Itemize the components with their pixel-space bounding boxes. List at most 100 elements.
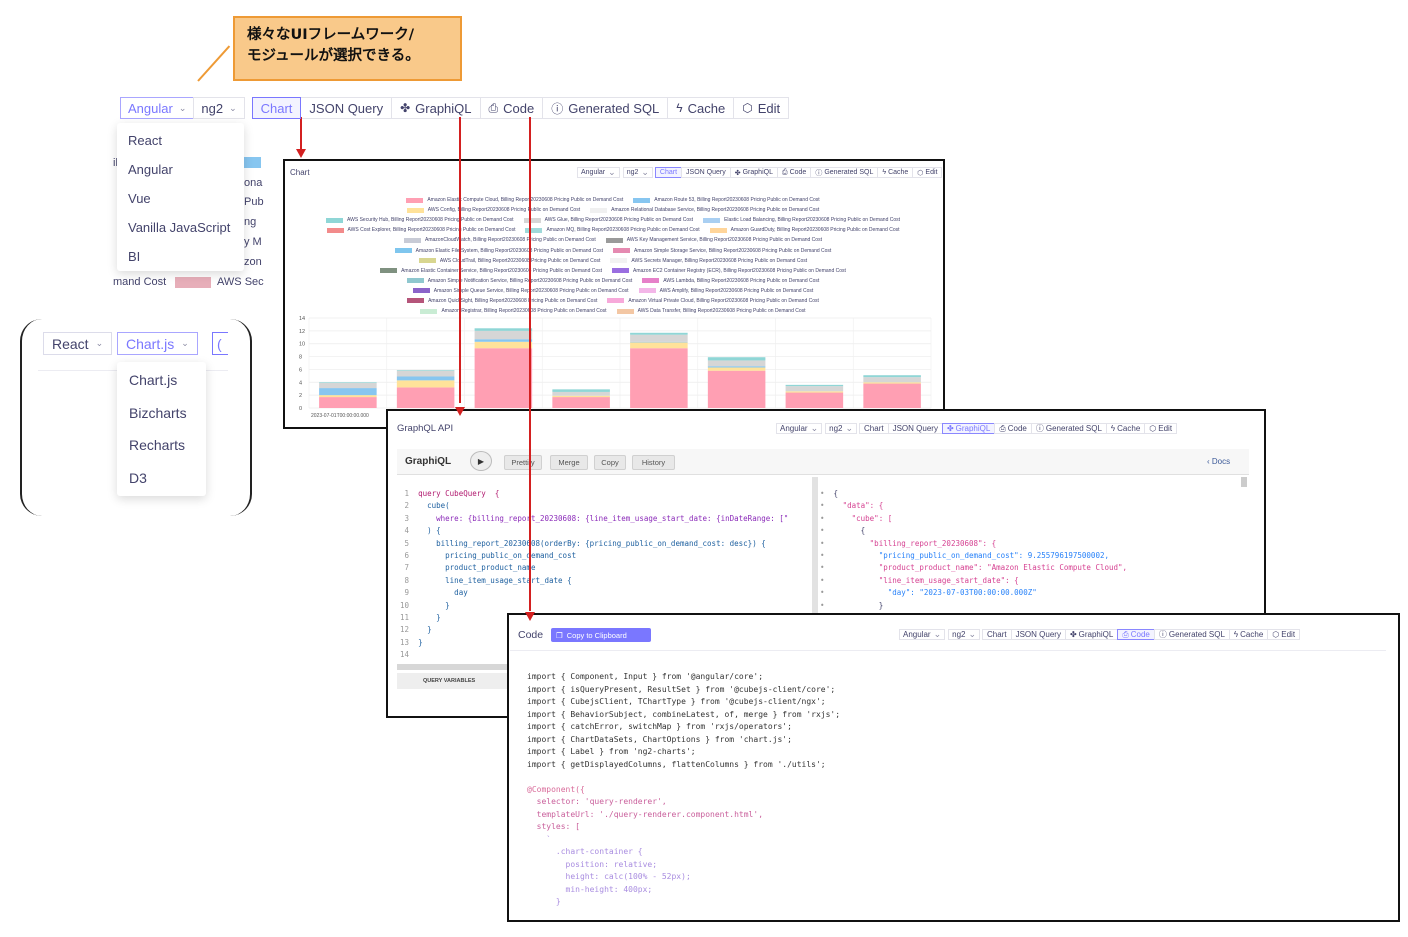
tab-graphiql[interactable]: ✤ GraphiQL [941,423,996,434]
legend-item[interactable]: AWS Lambda, Billing Report20230608 Prici… [642,278,819,284]
tab-edit[interactable]: ⬡ Edit [1144,423,1178,434]
framework-option-bi[interactable]: BI [117,244,244,273]
legend-item[interactable]: Amazon Elastic File System, Billing Repo… [394,248,603,254]
legend-item[interactable]: AWS Key Management Service, Billing Repo… [605,237,822,243]
legend-item[interactable]: AWS Config, Billing Report20230608 Prici… [406,207,580,213]
tab-chart[interactable]: Chart [859,423,889,434]
bar-segment [552,397,610,408]
legend-item[interactable]: AmazonCloudWatch, Billing Report20230608… [404,237,596,243]
tab-code[interactable]: ⎙ Code [1117,629,1155,640]
legend-item[interactable]: Amazon QuickSight, Billing Report2023060… [407,298,597,304]
legend-item[interactable]: Amazon Relational Database Service, Bill… [590,207,819,213]
tab-cache[interactable]: ϟ Cache [877,167,914,178]
library-option-bizcharts[interactable]: Bizcharts [117,399,206,432]
tab-cache[interactable]: ϟ Cache [1228,629,1269,640]
library-option-chartjs[interactable]: Chart.js [117,366,206,399]
legend-label: AWS CloudTrail, Billing Report20230608 P… [439,257,601,264]
tab-chart[interactable]: Chart [982,629,1012,640]
legend-item[interactable]: Amazon Route 53, Billing Report20230608 … [633,197,820,203]
history-button[interactable]: History [632,455,675,470]
copy-to-clipboard-button[interactable]: ❐ Copy to Clipboard [551,628,651,642]
fold-marker: • [820,501,834,511]
legend-item[interactable]: AWS Security Hub, Billing Report20230608… [325,217,514,223]
bar-segment [552,391,610,396]
tab-chart[interactable]: Chart [654,167,683,178]
library-select[interactable]: ng2 ⌄ [622,167,653,178]
tab-edit[interactable]: ⬡ Edit [733,97,790,119]
tab-code[interactable]: ⎙ Code [776,167,812,178]
copy-button[interactable]: Copy [594,455,626,470]
tab-chart[interactable]: Chart [251,97,302,119]
line-number: 11 [400,613,419,623]
prettify-button[interactable]: Prettify [504,455,542,470]
docs-link-label: Docs [1211,457,1231,466]
code-line: 7 product_product_name [400,562,788,574]
library-select[interactable]: ng2 ⌄ [193,97,245,119]
code-line: 6 pricing_public_on_demand_cost [400,550,788,562]
tab-json-query[interactable]: JSON Query [1010,629,1066,640]
legend-label: Amazon Simple Queue Service, Billing Rep… [433,287,629,294]
framework-option-angular[interactable]: Angular [117,157,244,186]
code-text: { [833,526,866,536]
library-select[interactable]: ng2 ⌄ [825,423,858,434]
legend-item[interactable]: Amazon EC2 Container Registry (ECR), Bil… [612,268,846,274]
library-option-d3[interactable]: D3 [117,464,206,497]
framework-select[interactable]: Angular ⌄ [577,167,620,178]
merge-button[interactable]: Merge [550,455,588,470]
legend-item[interactable]: Amazon Simple Storage Service, Billing R… [612,248,831,254]
horizontal-scrollbar[interactable] [397,664,510,670]
framework-option-vue[interactable]: Vue [117,186,244,215]
tab-graphiql[interactable]: ✤ GraphiQL [729,167,778,178]
legend-label: Amazon GuardDuty, Billing Report20230608… [730,227,900,234]
legend-item[interactable]: Amazon GuardDuty, Billing Report20230608… [709,227,900,234]
tab-cache[interactable]: ϟ Cache [667,97,735,119]
framework-option-react[interactable]: React [117,128,244,157]
legend-item[interactable]: AWS Secrets Manager, Billing Report20230… [610,258,807,264]
tab-code[interactable]: ⎙ Code [479,97,544,119]
legend-item[interactable]: Amazon MQ, Billing Report20230608 Pricin… [525,227,700,233]
toolbar-tabs: Chart JSON Query ✤ GraphiQL ⎙ Code ⓘ Generated … [251,97,790,119]
legend-item[interactable]: Amazon Elastic Container Service, Billin… [380,268,602,274]
docs-link[interactable]: ‹ Docs [1207,457,1230,466]
tab-generated-sql[interactable]: ⓘ Generated SQL [542,97,669,119]
legend-item[interactable]: AWS Glue, Billing Report20230608 Pricing… [523,217,693,223]
tab-generated-sql[interactable]: ⓘ Generated SQL [1030,423,1107,434]
top-toolbar: Angular ⌄ ng2 ⌄ Chart JSON Query ✤ GraphiQL… [120,97,790,119]
framework-select[interactable]: Angular ⌄ [899,629,946,640]
chartjs-select[interactable]: Chart.js ⌄ [117,332,198,355]
tab-json-query[interactable]: JSON Query [681,167,731,178]
tab-code[interactable]: ⎙ Code [994,423,1032,434]
tab-generated-sql[interactable]: ⓘ Generated SQL [1153,629,1230,640]
chart-tab-partial[interactable]: ( [212,332,228,355]
legend-item[interactable]: Amazon Elastic Compute Cloud, Billing Re… [406,197,623,203]
framework-option-vanilla-js[interactable]: Vanilla JavaScript [117,215,244,244]
library-option-recharts[interactable]: Recharts [117,431,206,464]
legend-swatch [709,227,727,233]
scrollbar-thumb[interactable] [1241,477,1247,487]
tab-cache[interactable]: ϟ Cache [1105,423,1146,434]
legend-item[interactable]: AWS Cost Explorer, Billing Report2023060… [326,227,515,233]
legend-item[interactable]: AWS Amplify, Billing Report20230608 Pric… [638,288,813,294]
react-select[interactable]: React ⌄ [43,332,113,355]
bar-segment [319,397,377,408]
tab-graphiql[interactable]: ✤ GraphiQL [391,97,481,119]
tab-edit[interactable]: ⬡ Edit [1267,629,1301,640]
legend-item[interactable]: Elastic Load Balancing, Billing Report20… [703,217,900,223]
framework-select[interactable]: Angular ⌄ [120,97,195,119]
tab-json-query[interactable]: JSON Query [887,423,943,434]
legend-item[interactable]: Amazon Virtual Private Cloud, Billing Re… [607,298,819,304]
y-tick-label: 2 [299,393,302,399]
tab-generated-sql[interactable]: ⓘ Generated SQL [810,167,879,178]
legend-item[interactable]: Amazon Simple Queue Service, Billing Rep… [412,287,629,294]
pane-divider[interactable] [812,477,818,613]
legend-item[interactable]: Amazon Simple Notification Service, Bill… [406,278,632,284]
framework-select[interactable]: Angular ⌄ [776,423,823,434]
tab-json-query[interactable]: JSON Query [300,97,393,119]
query-variables-label[interactable]: QUERY VARIABLES [397,673,510,689]
legend-item[interactable]: AWS CloudTrail, Billing Report20230608 P… [418,257,601,264]
tab-graphiql[interactable]: ✤ GraphiQL [1064,629,1119,640]
tab-edit[interactable]: ⬡ Edit [912,167,943,178]
library-select[interactable]: ng2 ⌄ [948,629,981,640]
play-icon[interactable]: ▶ [470,451,492,471]
